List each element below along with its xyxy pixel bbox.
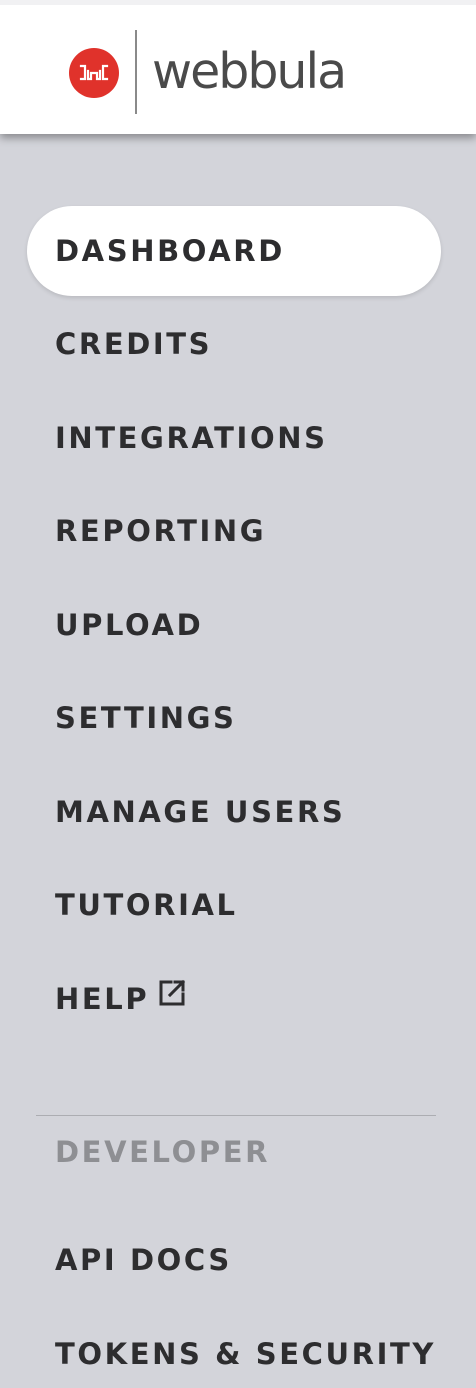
logo-divider (135, 30, 137, 114)
sidebar-item-tokens-security[interactable]: TOKENS & SECURITY (55, 1334, 436, 1374)
sidebar-item-api-docs[interactable]: API DOCS (55, 1240, 232, 1280)
sidebar-item-integrations[interactable]: INTEGRATIONS (55, 418, 328, 458)
sidebar-nav: DASHBOARD CREDITS INTEGRATIONS REPORTING… (0, 134, 476, 1388)
sidebar-item-help-label: HELP (55, 982, 150, 1016)
sidebar-item-upload[interactable]: UPLOAD (55, 605, 203, 645)
developer-section-label: DEVELOPER (55, 1135, 271, 1169)
sidebar-item-dashboard[interactable]: DASHBOARD (55, 231, 285, 271)
sidebar-item-manage-users[interactable]: MANAGE USERS (55, 792, 345, 832)
sidebar-item-settings[interactable]: SETTINGS (55, 698, 236, 738)
sidebar-item-tutorial[interactable]: TUTORIAL (55, 885, 238, 925)
sidebar-item-reporting[interactable]: REPORTING (55, 511, 266, 551)
external-link-icon (157, 978, 187, 1018)
sidebar-item-credits[interactable]: CREDITS (55, 324, 212, 364)
app-header: webbula (0, 0, 476, 134)
brand-wordmark[interactable]: webbula (152, 41, 347, 103)
section-divider (36, 1115, 436, 1116)
webbula-logo-icon[interactable] (69, 48, 119, 98)
sidebar-item-help[interactable]: HELP (55, 979, 187, 1019)
